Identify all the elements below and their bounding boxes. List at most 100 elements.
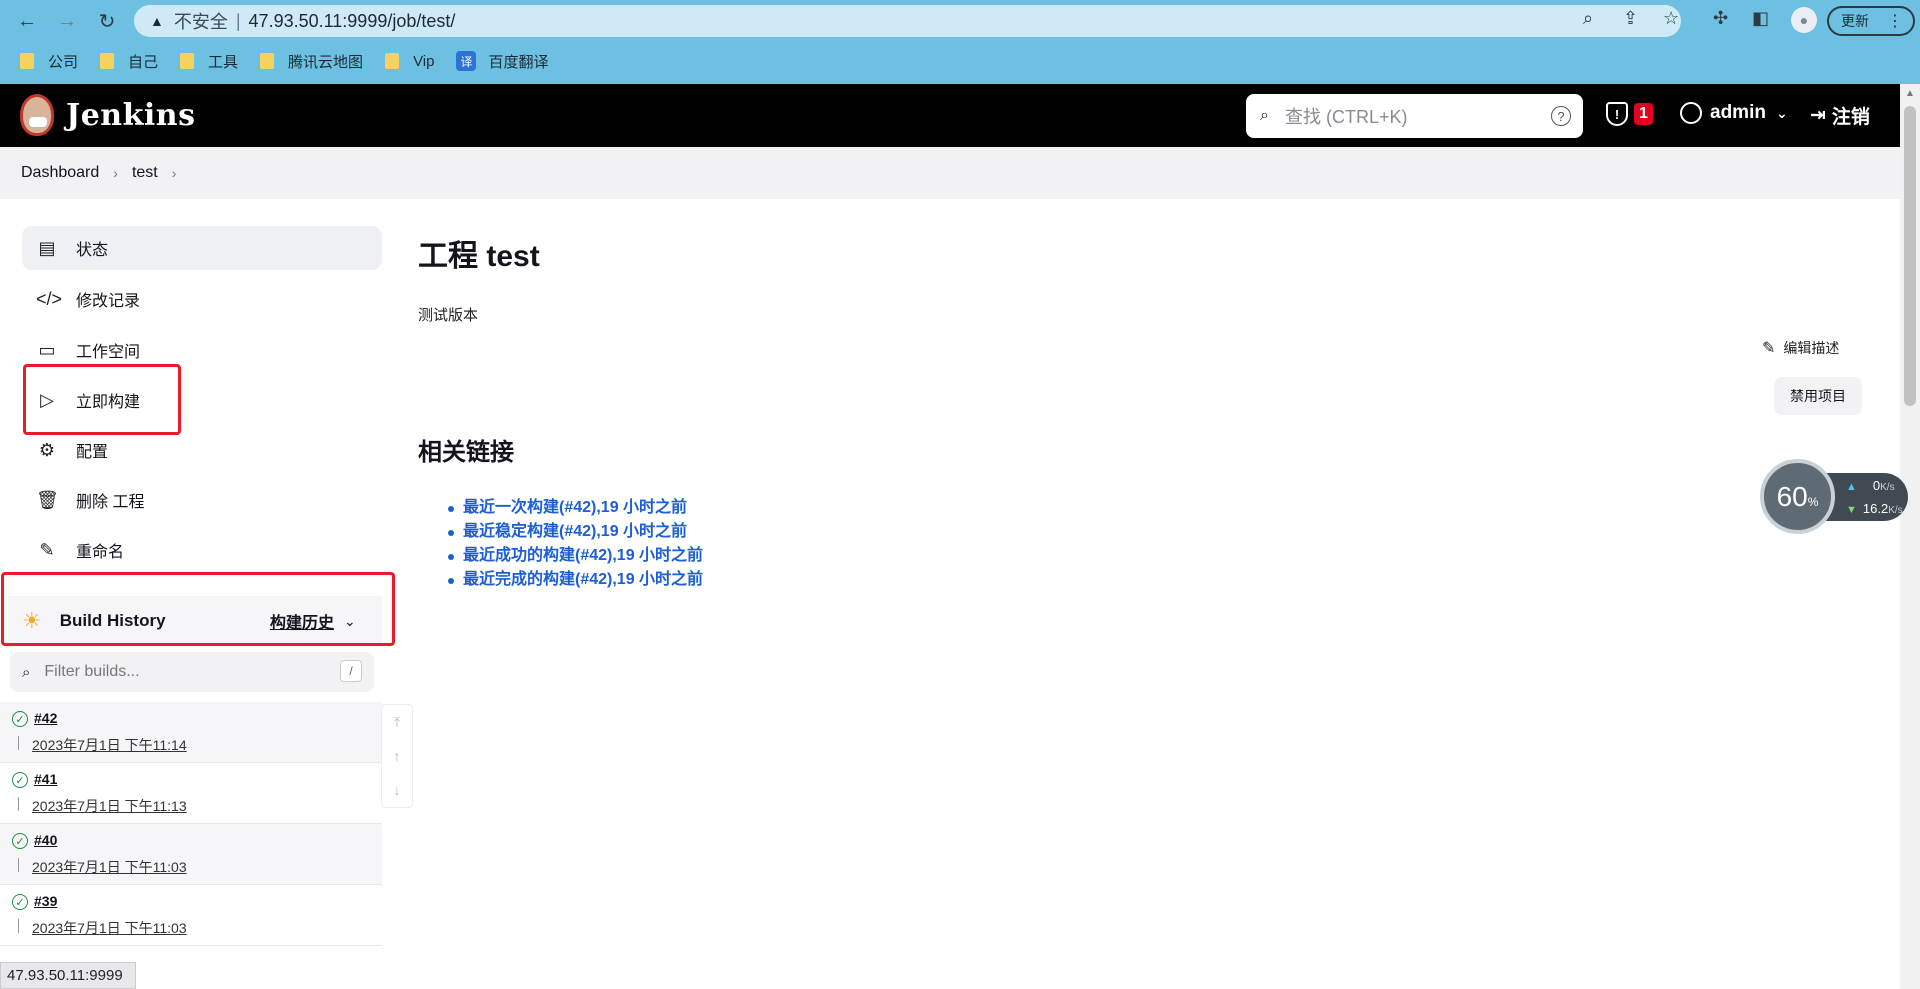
success-icon: ✓ bbox=[12, 894, 28, 910]
scroll-up-icon[interactable]: ↑ bbox=[382, 739, 412, 773]
more-icon: ⋮ bbox=[1887, 13, 1903, 30]
extensions-icon[interactable]: ✣ bbox=[1713, 8, 1728, 29]
divider bbox=[18, 919, 19, 933]
sidebar-item-delete[interactable]: 🗑 删除 工程 bbox=[22, 478, 382, 522]
link-last-successful-build[interactable]: 最近成功的构建(#42),19 小时之前 bbox=[448, 544, 703, 568]
search-icon: ⌕ bbox=[1260, 107, 1269, 124]
search-icon: ⌕ bbox=[22, 663, 31, 681]
back-icon[interactable]: ← bbox=[14, 8, 40, 34]
gear-icon: ⚙ bbox=[38, 439, 56, 460]
app-name: Jenkins bbox=[66, 97, 196, 133]
build-number[interactable]: #40 bbox=[34, 832, 57, 848]
security-badge: 1 bbox=[1634, 103, 1653, 125]
arrow-up-icon: ▲ bbox=[1846, 481, 1857, 493]
filter-builds-input[interactable]: ⌕ Filter builds... / bbox=[10, 652, 374, 692]
sidebar-item-status[interactable]: ▤ 状态 bbox=[22, 226, 382, 270]
chevron-right-icon[interactable]: › bbox=[113, 165, 118, 181]
folder-icon bbox=[260, 53, 275, 69]
divider bbox=[18, 858, 19, 872]
jenkins-logo[interactable]: Jenkins bbox=[20, 94, 195, 136]
related-links-title: 相关链接 bbox=[418, 439, 514, 466]
breadcrumb-test[interactable]: test bbox=[132, 164, 158, 182]
update-label: 更新 bbox=[1841, 13, 1869, 29]
trash-icon: 🗑 bbox=[36, 489, 59, 510]
sidepanel-icon[interactable]: ◧ bbox=[1752, 8, 1769, 29]
bookmark-self[interactable]: 自己 bbox=[100, 51, 158, 72]
build-number[interactable]: #39 bbox=[34, 893, 57, 909]
folder-icon: ▭ bbox=[38, 339, 56, 360]
link-last-stable-build[interactable]: 最近稳定构建(#42),19 小时之前 bbox=[448, 520, 703, 544]
filter-placeholder: Filter builds... bbox=[44, 663, 140, 680]
project-description: 测试版本 bbox=[418, 307, 479, 324]
scroll-up-icon[interactable]: ▲ bbox=[1905, 88, 1915, 99]
reload-icon[interactable]: ↻ bbox=[94, 8, 120, 34]
logout-label: 注销 bbox=[1831, 107, 1870, 128]
bookmarks-bar: 公司 自己 工具 腾讯云地图 Vip 译百度翻译 bbox=[0, 46, 1920, 76]
star-icon[interactable]: ☆ bbox=[1663, 8, 1679, 29]
success-icon: ✓ bbox=[12, 711, 28, 727]
user-icon bbox=[1680, 102, 1702, 124]
logout-icon: ⇥ bbox=[1810, 105, 1826, 126]
scroll-down-icon[interactable]: ↓ bbox=[382, 773, 412, 807]
sidebar-item-rename[interactable]: ✎ 重命名 bbox=[22, 528, 382, 572]
bookmark-tools[interactable]: 工具 bbox=[180, 51, 238, 72]
download-speed: ▼ 16.2K/s bbox=[1846, 501, 1903, 516]
jenkins-header: Jenkins ⌕ 查找 (CTRL+K) ? ! 1 admin ⌄ ⇥ 注销 bbox=[0, 84, 1900, 147]
address-separator: | bbox=[235, 10, 241, 31]
breadcrumb-dashboard[interactable]: Dashboard bbox=[21, 164, 99, 182]
page-scrollbar[interactable]: ▲ bbox=[1900, 84, 1920, 989]
build-date[interactable]: 2023年7月1日 下午11:03 bbox=[32, 857, 187, 877]
help-icon[interactable]: ? bbox=[1551, 106, 1571, 126]
chevron-right-icon[interactable]: › bbox=[172, 165, 177, 181]
edit-description-link[interactable]: ✎ 编辑描述 bbox=[1762, 338, 1839, 358]
document-icon: ▤ bbox=[38, 237, 56, 258]
highlight-box-build-now bbox=[23, 364, 181, 435]
build-number[interactable]: #41 bbox=[34, 771, 57, 787]
build-row[interactable]: ✓ #39 2023年7月1日 下午11:03 bbox=[0, 885, 382, 946]
build-date[interactable]: 2023年7月1日 下午11:03 bbox=[32, 918, 187, 938]
zoom-icon[interactable]: ⌕ bbox=[1583, 8, 1593, 29]
folder-icon bbox=[385, 53, 400, 69]
build-row[interactable]: ✓ #41 2023年7月1日 下午11:13 bbox=[0, 763, 382, 824]
build-date[interactable]: 2023年7月1日 下午11:13 bbox=[32, 796, 187, 816]
bookmark-tencent-map[interactable]: 腾讯云地图 bbox=[260, 51, 363, 72]
link-last-completed-build[interactable]: 最近完成的构建(#42),19 小时之前 bbox=[448, 568, 703, 592]
security-alerts[interactable]: ! 1 bbox=[1606, 102, 1653, 126]
sidebar-item-changes[interactable]: </> 修改记录 bbox=[22, 277, 382, 321]
build-row[interactable]: ✓ #40 2023年7月1日 下午11:03 bbox=[0, 824, 382, 885]
scrollbar-thumb[interactable] bbox=[1904, 106, 1916, 406]
bookmark-vip[interactable]: Vip bbox=[385, 53, 434, 70]
filter-shortcut: / bbox=[340, 660, 362, 682]
scroll-top-icon[interactable]: ⤒ bbox=[382, 705, 412, 739]
address-url: 47.93.50.11:9999/job/test/ bbox=[248, 10, 456, 31]
update-button[interactable]: 更新 ⋮ bbox=[1827, 6, 1915, 36]
success-icon: ✓ bbox=[12, 833, 28, 849]
divider bbox=[18, 736, 19, 750]
build-row[interactable]: ✓ #42 2023年7月1日 下午11:14 bbox=[0, 702, 382, 763]
bookmark-company[interactable]: 公司 bbox=[20, 51, 78, 72]
search-placeholder: 查找 (CTRL+K) bbox=[1284, 107, 1408, 127]
share-icon[interactable]: ⇪ bbox=[1623, 8, 1638, 29]
success-icon: ✓ bbox=[12, 772, 28, 788]
pencil-icon: ✎ bbox=[1762, 340, 1776, 357]
user-menu[interactable]: admin ⌄ bbox=[1680, 102, 1788, 124]
link-last-build[interactable]: 最近一次构建(#42),19 小时之前 bbox=[448, 496, 703, 520]
pencil-icon: ✎ bbox=[39, 539, 55, 560]
forward-icon[interactable]: → bbox=[54, 8, 80, 34]
disable-project-button[interactable]: 禁用项目 bbox=[1774, 377, 1862, 415]
page-title: 工程 test bbox=[418, 240, 540, 273]
divider bbox=[18, 797, 19, 811]
folder-icon bbox=[180, 53, 195, 69]
profile-avatar[interactable]: ● bbox=[1791, 7, 1817, 33]
address-bar[interactable]: ▲ 不安全 | 47.93.50.11:9999/job/test/ bbox=[134, 5, 1681, 37]
folder-icon bbox=[100, 53, 115, 69]
build-date[interactable]: 2023年7月1日 下午11:14 bbox=[32, 735, 187, 755]
network-speed-widget[interactable]: ▲ 0K/s ▼ 16.2K/s 60% bbox=[1760, 459, 1908, 534]
search-box[interactable]: ⌕ 查找 (CTRL+K) ? bbox=[1246, 94, 1583, 138]
breadcrumb: Dashboard › test › bbox=[0, 147, 1900, 199]
status-bar-url: 47.93.50.11:9999 bbox=[0, 962, 136, 989]
related-links-list: 最近一次构建(#42),19 小时之前 最近稳定构建(#42),19 小时之前 … bbox=[448, 496, 703, 592]
build-number[interactable]: #42 bbox=[34, 710, 57, 726]
bookmark-baidu-translate[interactable]: 译百度翻译 bbox=[456, 51, 549, 72]
logout-link[interactable]: ⇥ 注销 bbox=[1810, 102, 1870, 129]
